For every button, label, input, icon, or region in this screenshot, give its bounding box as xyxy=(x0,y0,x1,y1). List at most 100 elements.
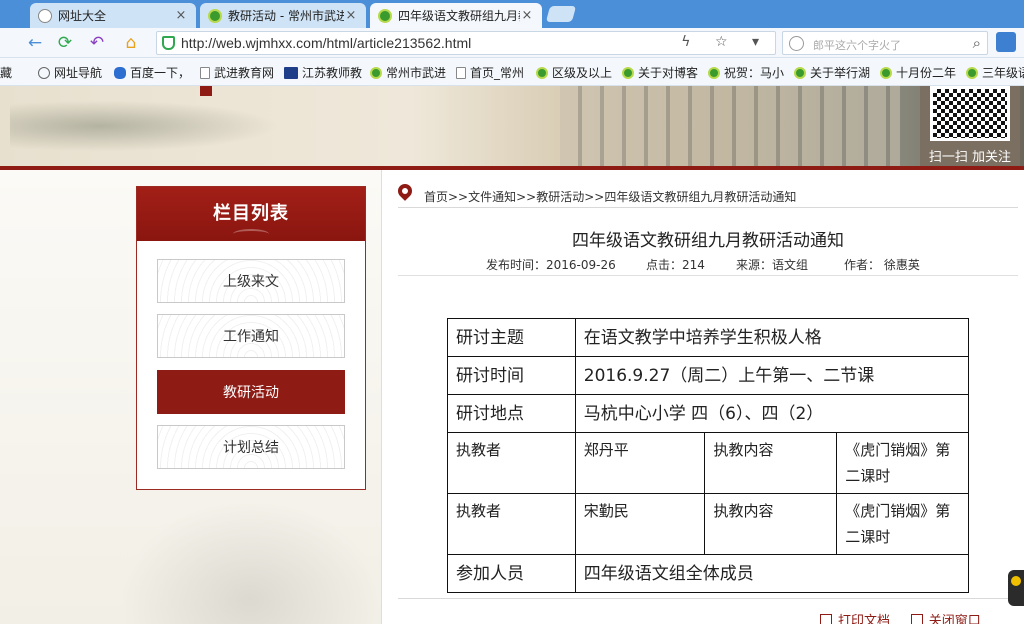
close-icon[interactable]: × xyxy=(174,8,188,23)
site-logo-icon xyxy=(370,66,382,79)
place-label: 研讨地点 xyxy=(447,394,576,433)
table-row: 研讨时间 2016.9.27（周二）上午第一、二节课 xyxy=(447,356,970,395)
bookmark-item[interactable]: 网址导航 xyxy=(38,64,102,81)
site-logo-icon xyxy=(208,8,222,23)
search-icon[interactable]: ⌕ xyxy=(973,34,981,52)
tab-label: 网址大全 xyxy=(58,9,107,23)
bookmark-label: 关于举行湖 xyxy=(810,66,871,80)
new-tab-button[interactable] xyxy=(545,6,577,22)
sidebar-item-work-notices[interactable]: 工作通知 xyxy=(157,314,345,358)
table-row: 执教者 郑丹平 执教内容 《虎门销烟》第二课时 xyxy=(447,432,969,494)
reload-button[interactable]: ⟳ xyxy=(54,32,76,54)
globe-icon xyxy=(38,8,52,23)
printer-icon xyxy=(820,614,832,624)
bookmark-item[interactable]: 关于对博客 xyxy=(622,64,698,81)
table-row: 研讨地点 马杭中心小学 四（6）、四（2） xyxy=(447,394,970,433)
attendees-label: 参加人员 xyxy=(447,554,576,593)
table-row: 参加人员 四年级语文组全体成员 xyxy=(447,554,970,593)
tab-research-activity[interactable]: 教研活动 - 常州市武进区 × xyxy=(200,3,366,28)
bookmark-item[interactable]: 区级及以上 xyxy=(536,64,612,81)
article-title: 四年级语文教研组九月教研活动通知 xyxy=(572,231,844,251)
ornament-icon xyxy=(233,229,269,239)
site-logo-icon xyxy=(794,66,806,79)
sidebar-item-research-activities[interactable]: 教研活动 xyxy=(157,370,345,414)
decorative-plant xyxy=(120,500,380,624)
article-meta: 发布时间：2016-09-26 点击：214 来源：语文组 作者： 徐惠英 xyxy=(398,256,1018,276)
url-actions-icons[interactable]: ϟ ☆ ▾ xyxy=(681,34,769,50)
floating-assistant-icon[interactable] xyxy=(1008,570,1024,606)
home-button[interactable]: ⌂ xyxy=(120,32,142,54)
teacher-name: 郑丹平 xyxy=(574,432,706,494)
bookmark-item[interactable]: 江苏教师教 xyxy=(284,64,362,81)
close-icon[interactable]: × xyxy=(344,8,358,23)
close-window-link[interactable]: 关闭窗口 xyxy=(929,614,981,624)
bookmark-label: 藏 xyxy=(0,66,13,80)
bookmark-item[interactable]: 百度一下， xyxy=(114,64,190,81)
search-input[interactable]: 郎平这六个字火了 xyxy=(813,37,901,53)
search-box[interactable]: 郎平这六个字火了 ⌕ xyxy=(782,31,988,55)
browser-tab-strip: 网址大全 × 教研活动 - 常州市武进区 × 四年级语文教研组九月教 × xyxy=(0,0,1024,28)
site-logo-icon xyxy=(880,66,892,79)
bookmark-item[interactable]: 常州市武进 xyxy=(370,64,446,81)
print-link[interactable]: 打印文档 xyxy=(838,614,890,624)
column-list-title-text: 栏目列表 xyxy=(213,203,289,224)
globe-icon xyxy=(38,66,50,79)
bookmark-item[interactable]: 祝贺：马小 xyxy=(708,64,784,81)
tab-current-article[interactable]: 四年级语文教研组九月教 × xyxy=(370,3,542,28)
bookmark-label: 祝贺：马小 xyxy=(724,66,785,80)
bookmark-label: 三年级语 xyxy=(982,66,1024,80)
address-toolbar: ← ⟳ ↶ ⌂ http://web.wjmhxx.com/html/artic… xyxy=(0,28,1024,58)
site-logo-icon xyxy=(536,66,548,79)
bookmark-item[interactable]: 关于举行湖 xyxy=(794,64,870,81)
site-logo-icon xyxy=(708,66,720,79)
teacher-name: 宋勤民 xyxy=(574,493,706,555)
place-value: 马杭中心小学 四（6）、四（2） xyxy=(574,394,970,433)
bookmark-label: 区级及以上 xyxy=(552,66,613,80)
bookmark-item[interactable]: 十月份二年 xyxy=(880,64,956,81)
bookmark-label: 常州市武进 xyxy=(386,66,447,80)
bookmark-label: 首页_常州 xyxy=(470,66,525,80)
topic-label: 研讨主题 xyxy=(447,318,576,357)
bookmark-item[interactable]: 武进教育网 xyxy=(200,64,274,81)
bookmark-item[interactable]: 首页_常州 xyxy=(456,64,524,81)
content-label: 执教内容 xyxy=(704,432,838,494)
site-square-icon xyxy=(284,66,298,79)
topic-value: 在语文教学中培养学生积极人格 xyxy=(574,318,970,357)
shield-icon xyxy=(162,36,175,50)
teacher-label: 执教者 xyxy=(447,432,576,494)
article-source: 来源：语文组 xyxy=(736,258,809,272)
content-label: 执教内容 xyxy=(704,493,838,555)
time-label: 研讨时间 xyxy=(447,356,576,395)
table-row: 执教者 宋勤民 执教内容 《虎门销烟》第二课时 xyxy=(447,493,969,555)
sidebar-item-plans-summaries[interactable]: 计划总结 xyxy=(157,425,345,469)
url-text[interactable]: http://web.wjmhxx.com/html/article213562… xyxy=(181,35,471,51)
close-icon[interactable]: × xyxy=(520,8,534,23)
content-value: 《虎门销烟》第二课时 xyxy=(836,432,969,494)
table-row: 研讨主题 在语文教学中培养学生积极人格 xyxy=(447,318,970,357)
tab-label: 四年级语文教研组九月教 xyxy=(398,9,520,23)
activity-info-table: 研讨主题 在语文教学中培养学生积极人格 研讨时间 2016.9.27（周二）上午… xyxy=(447,318,970,593)
bookmark-label: 武进教育网 xyxy=(214,66,275,80)
column-list-title: 栏目列表 xyxy=(137,187,365,241)
back-button[interactable]: ← xyxy=(24,32,46,54)
site-logo-icon xyxy=(622,66,634,79)
breadcrumb-text[interactable]: 首页>>文件通知>>教研活动>>四年级语文教研组九月教研活动通知 xyxy=(424,188,796,205)
close-window-icon xyxy=(910,614,923,624)
article-author: 作者： 徐惠英 xyxy=(844,258,920,272)
site-logo-icon xyxy=(966,66,978,79)
extension-icon[interactable] xyxy=(996,32,1016,52)
url-bar[interactable]: http://web.wjmhxx.com/html/article213562… xyxy=(156,31,776,55)
undo-close-button[interactable]: ↶ xyxy=(86,32,108,54)
teacher-label: 执教者 xyxy=(447,493,576,555)
qr-panel: 扫一扫 加关注 xyxy=(920,86,1020,166)
tab-url-directory[interactable]: 网址大全 × xyxy=(30,3,196,28)
column-list-panel: 栏目列表 上级来文 工作通知 教研活动 计划总结 xyxy=(136,186,366,490)
search-engine-icon[interactable] xyxy=(789,36,804,51)
bookmark-item[interactable]: 藏 xyxy=(0,64,12,81)
sidebar-item-higher-docs[interactable]: 上级来文 xyxy=(157,259,345,303)
baidu-paw-icon xyxy=(114,66,126,79)
qr-label: 扫一扫 加关注 xyxy=(928,150,1012,165)
click-count: 点击：214 xyxy=(646,258,705,272)
bookmark-item[interactable]: 三年级语 xyxy=(966,64,1024,81)
bookmark-label: 关于对博客 xyxy=(638,66,699,80)
